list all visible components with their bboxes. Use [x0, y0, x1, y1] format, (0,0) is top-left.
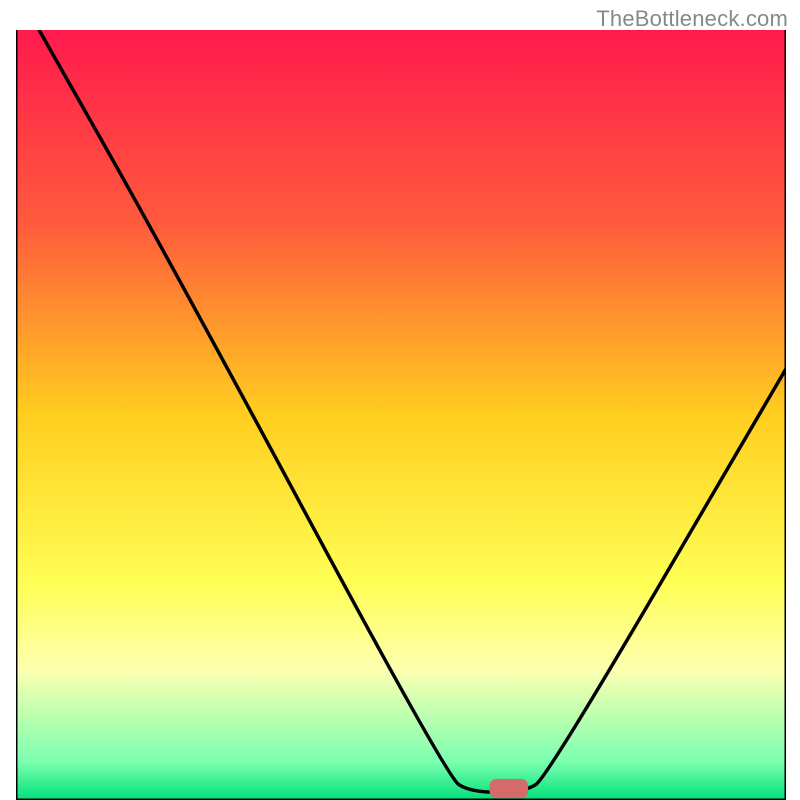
chart-container: TheBottleneck.com — [0, 0, 800, 800]
target-marker — [490, 779, 529, 798]
watermark-label: TheBottleneck.com — [596, 6, 788, 32]
bottleneck-plot — [16, 30, 786, 800]
plot-background — [16, 30, 786, 800]
